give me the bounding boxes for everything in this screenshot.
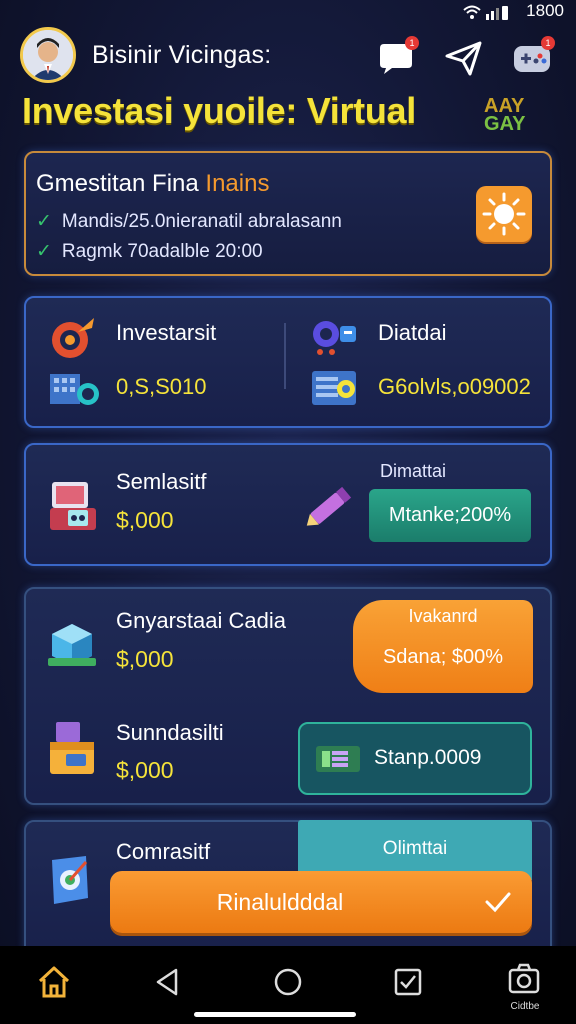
ticket-icon <box>316 746 360 772</box>
gift-box-icon <box>50 722 94 774</box>
intro-title: Gmestitan Fina Inains <box>36 170 269 198</box>
avatar[interactable] <box>20 27 76 83</box>
semi-label: Semlasitf <box>116 469 207 494</box>
sun-button[interactable] <box>476 186 532 242</box>
app-name: Bisinir Vicingas: <box>92 41 272 69</box>
data-gauge-icon <box>313 321 356 355</box>
multi-teal-label: Stanp.0009 <box>374 746 482 769</box>
sun-icon <box>482 192 526 236</box>
building-chart-icon <box>50 374 99 405</box>
paper-plane-icon <box>445 41 482 76</box>
intro-title-main: Gmestitan Fina <box>36 170 199 197</box>
semi-value: $,000 <box>116 507 174 533</box>
data-value: G6olvls,o09002 <box>378 374 531 399</box>
primary-action-label: Rinaluldddal <box>216 889 344 915</box>
checkbox-icon[interactable] <box>390 964 426 1000</box>
stats-divider <box>284 323 286 389</box>
checkmark-icon: ✓ <box>36 241 52 262</box>
home-indicator[interactable] <box>194 1012 356 1017</box>
page-title: Investasi yuoile: Virtual <box>22 90 416 131</box>
games-button[interactable]: 1 <box>512 36 555 78</box>
send-button[interactable] <box>444 38 484 78</box>
camera-icon[interactable] <box>506 960 542 996</box>
stats-card[interactable] <box>24 296 552 428</box>
intro-line-1-text: Mandis/25.0nieranatil abralasann <box>61 211 342 232</box>
wifi-signal-icon <box>463 5 508 20</box>
back-icon[interactable] <box>150 964 186 1000</box>
target-icon <box>52 318 94 358</box>
banner-badge: AAY GAY <box>484 96 526 135</box>
cube-icon <box>48 624 96 666</box>
banner-badge-bottom: GAY <box>484 113 526 135</box>
home-circle-icon[interactable] <box>270 964 306 1000</box>
status-bar: 1800 <box>0 0 576 26</box>
games-badge: 1 <box>541 36 555 50</box>
clock-time: 1800 <box>526 1 564 20</box>
multi-item2-value: $,000 <box>116 757 174 783</box>
bottom-label: Comrasitf <box>116 839 211 864</box>
multi-orange-button[interactable]: Ivakanrd Sdana; $00% <box>353 600 533 693</box>
investment-value: 0,S,S010 <box>116 374 207 399</box>
semi-pill-button[interactable]: Mtanke;200% <box>369 489 531 542</box>
data-label: Diatdai <box>378 320 447 345</box>
semi-side-label: Dimattai <box>380 461 447 481</box>
multi-item1-label: Gnyarstaai Cadia <box>116 608 286 633</box>
intro-line-2: ✓ Ragmk 70adalble 20:00 <box>36 240 263 263</box>
intro-title-accent: Inains <box>205 170 270 197</box>
intro-line-1: ✓ Mandis/25.0nieranatil abralasann <box>36 210 342 233</box>
multi-teal-button[interactable]: Stanp.0009 <box>298 722 532 795</box>
bottom-teal-label: Olimttai <box>382 838 448 859</box>
home-icon[interactable] <box>36 964 72 1000</box>
shield-target-icon <box>52 856 88 904</box>
pencil-icon <box>306 486 352 526</box>
multi-orange-top: Ivakanrd <box>408 606 478 626</box>
messages-button[interactable]: 1 <box>376 36 419 78</box>
intro-line-2-text: Ragmk 70adalble 20:00 <box>61 241 263 262</box>
coin-card-icon <box>312 371 356 405</box>
messages-badge: 1 <box>405 36 419 50</box>
investment-label: Investarsit <box>116 320 217 345</box>
robot-box-icon <box>50 482 96 530</box>
user-avatar-icon <box>23 30 73 80</box>
multi-orange-bottom: Sdana; $00% <box>382 646 504 668</box>
multi-item1-value: $,000 <box>116 646 174 672</box>
checkmark-icon: ✓ <box>36 211 52 232</box>
primary-action-button[interactable]: Rinaluldddal <box>110 871 532 933</box>
camera-caption: Cidtbe <box>510 1001 540 1012</box>
checkmark-icon <box>485 892 511 913</box>
multi-item2-label: Sunndasilti <box>116 720 224 745</box>
